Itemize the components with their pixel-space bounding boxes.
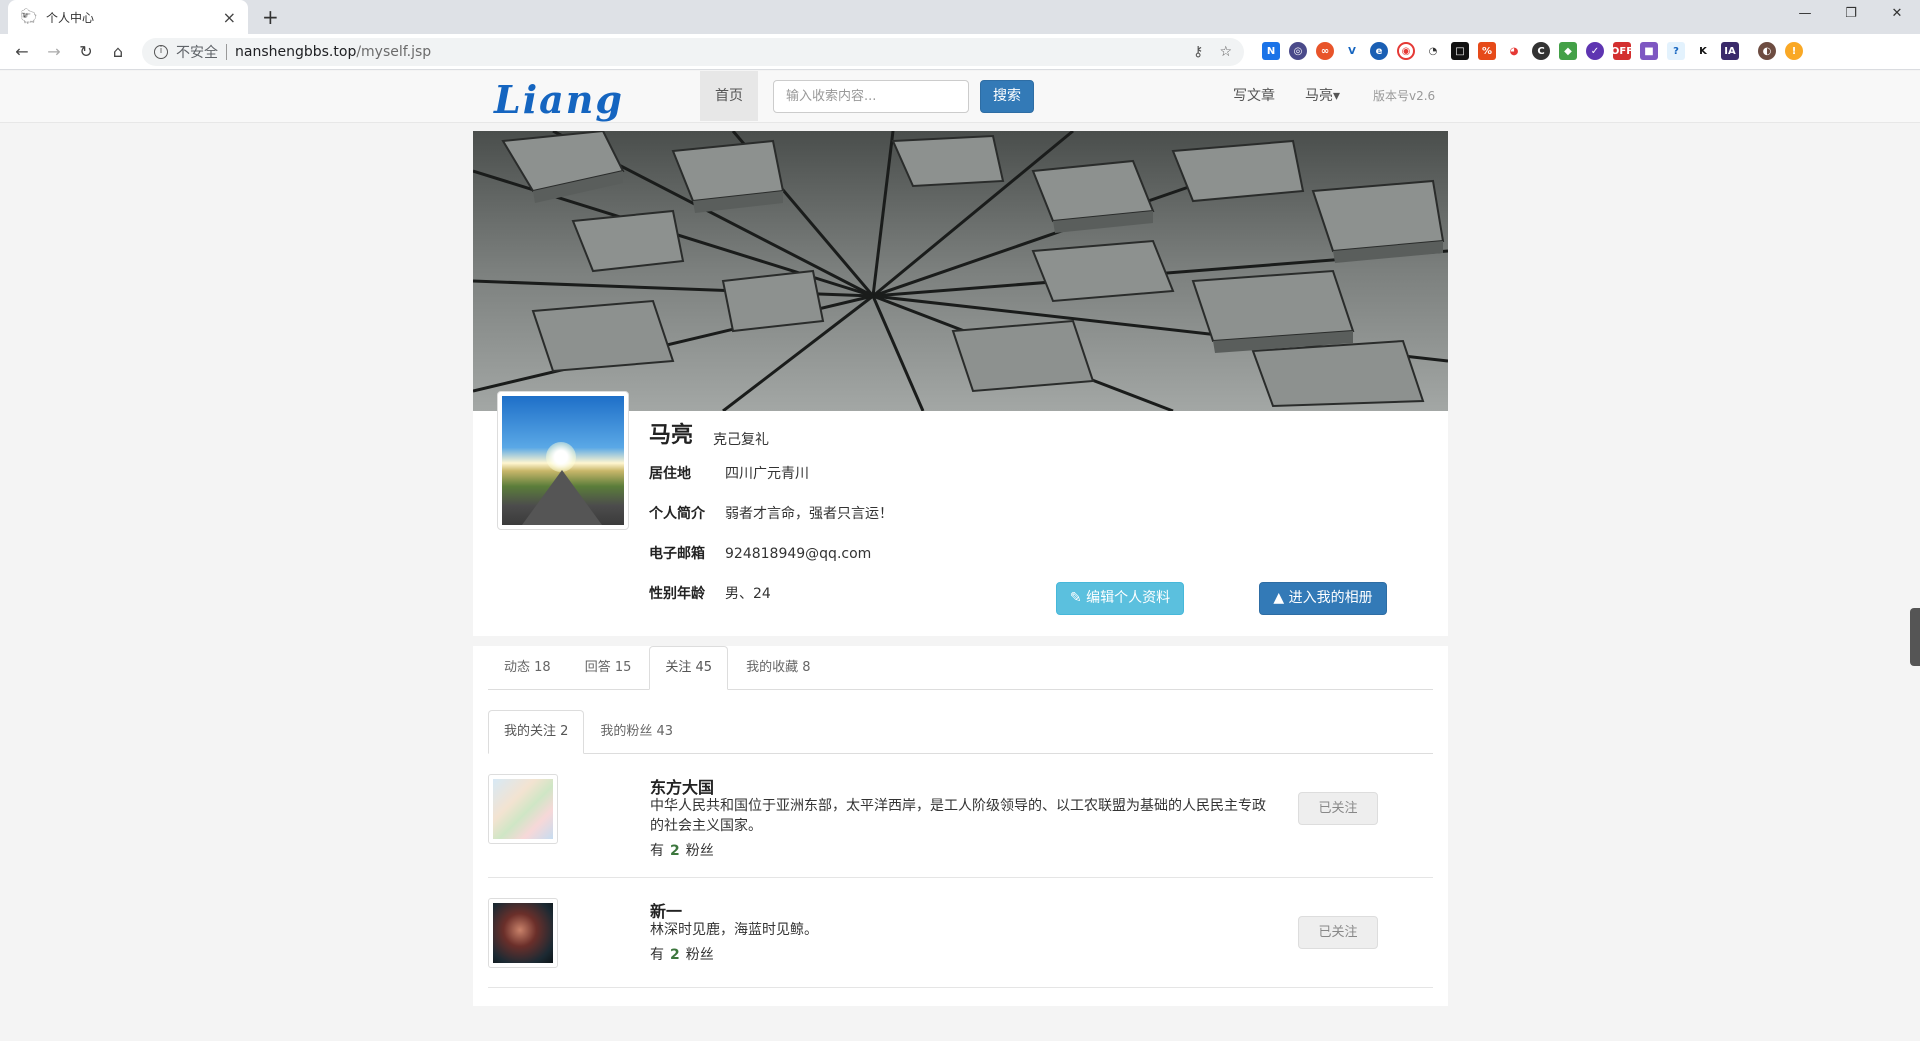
followed-button[interactable]: 已关注 <box>1298 792 1378 825</box>
list-item: 新一 林深时见鹿，海蓝时见鲸。 有 2 粉丝 已关注 <box>488 878 1433 988</box>
my-album-button[interactable]: ▲ 进入我的相册 <box>1259 582 1387 615</box>
scrollbar-handle[interactable] <box>1910 608 1920 666</box>
extension-icon[interactable]: □ <box>1451 42 1469 60</box>
fans-count: 有 2 粉丝 <box>650 843 714 859</box>
extension-icon[interactable]: ■ <box>1640 42 1658 60</box>
user-menu-dropdown[interactable]: 马亮▾ <box>1305 71 1340 121</box>
field-label: 电子邮箱 <box>649 546 705 562</box>
user-description: 中华人民共和国位于亚洲东部，太平洋西岸，是工人阶级领导的、以工农联盟为基础的人民… <box>650 798 1266 834</box>
profile-tabs: 动态 18 回答 15 关注 45 我的收藏 8 <box>488 646 1433 690</box>
extension-icon[interactable]: ◆ <box>1559 42 1577 60</box>
edit-profile-button[interactable]: ✎ 编辑个人资料 <box>1056 582 1184 615</box>
browser-tab[interactable]: 🐑 个人中心 × <box>8 0 248 34</box>
extension-icon[interactable]: ? <box>1667 42 1685 60</box>
version-label: 版本号v2.6 <box>1373 89 1436 103</box>
avatar-image <box>502 396 624 525</box>
subtab-my-following[interactable]: 我的关注 2 <box>488 710 585 754</box>
site-navbar: Liang 首页 输入收索内容... 搜索 写文章 马亮▾ 版本号v2.6 <box>0 71 1920 123</box>
extensions-bar: N ◎ ∞ V e ◉ ◔ □ % ◕ C ◆ ✓ OFF ■ ? K IA ◐… <box>1262 42 1803 60</box>
key-icon[interactable]: ⚷ <box>1193 44 1203 60</box>
followed-button[interactable]: 已关注 <box>1298 916 1378 949</box>
url-host: nanshengbbs.top <box>235 44 357 60</box>
follow-subtabs: 我的关注 2 我的粉丝 43 <box>488 710 1433 754</box>
avatar[interactable] <box>497 391 629 530</box>
user-description: 林深时见鹿，海蓝时见鲸。 <box>650 922 818 938</box>
site-favicon-icon: 🐑 <box>20 9 38 25</box>
extension-new-icon[interactable]: N <box>1262 42 1280 60</box>
minimize-button[interactable]: — <box>1782 0 1828 30</box>
field-label: 性别年龄 <box>649 586 705 602</box>
browser-tabbar: 🐑 个人中心 × + — ❐ ✕ <box>0 0 1920 34</box>
new-tab-button[interactable]: + <box>262 5 279 29</box>
tab-title: 个人中心 <box>46 10 95 25</box>
nav-home[interactable]: 首页 <box>700 71 758 121</box>
field-value: 弱者才言命，强者只言运！ <box>725 506 893 522</box>
extension-ia-icon[interactable]: IA <box>1721 42 1739 60</box>
profile-name: 马亮 <box>649 423 694 448</box>
list-item: 东方大国 中华人民共和国位于亚洲东部，太平洋西岸，是工人阶级领导的、以工农联盟为… <box>488 754 1433 878</box>
field-value: 男、24 <box>725 586 771 602</box>
insecure-label: 不安全 <box>176 45 218 61</box>
activity-panel: 动态 18 回答 15 关注 45 我的收藏 8 我的关注 2 我的粉丝 43 … <box>473 646 1448 1006</box>
search-button[interactable]: 搜索 <box>980 80 1034 113</box>
site-logo[interactable]: Liang <box>494 77 624 122</box>
address-bar[interactable]: i 不安全 nanshengbbs.top/myself.jsp ⚷ ☆ <box>142 38 1244 66</box>
reload-icon[interactable]: ↻ <box>70 42 102 61</box>
extension-icon[interactable]: % <box>1478 42 1496 60</box>
write-article-link[interactable]: 写文章 <box>1233 71 1275 121</box>
user-thumbnail[interactable] <box>488 898 558 968</box>
extension-gauge-icon[interactable]: ◔ <box>1424 42 1442 60</box>
profile-field: 性别年龄 男、24 <box>649 583 771 603</box>
tab-close-icon[interactable]: × <box>223 8 236 27</box>
browser-toolbar: ← → ↻ ⌂ i 不安全 nanshengbbs.top/myself.jsp… <box>0 34 1920 70</box>
profile-avatar-icon[interactable]: ◐ <box>1758 42 1776 60</box>
cracked-blocks-illustration <box>473 131 1448 411</box>
user-name[interactable]: 新一 <box>650 898 682 922</box>
forward-arrow-icon[interactable]: → <box>38 42 70 61</box>
extension-off-icon[interactable]: OFF <box>1611 42 1633 60</box>
extension-k-icon[interactable]: K <box>1694 42 1712 60</box>
close-window-button[interactable]: ✕ <box>1874 0 1920 30</box>
search-input[interactable]: 输入收索内容... <box>773 80 969 113</box>
url-path: /myself.jsp <box>356 44 432 60</box>
profile-cover-image <box>473 131 1448 411</box>
extension-icon[interactable]: ◉ <box>1397 42 1415 60</box>
fans-count: 有 2 粉丝 <box>650 947 714 963</box>
info-icon[interactable]: i <box>154 45 168 59</box>
field-value: 四川广元青川 <box>725 466 809 482</box>
user-name[interactable]: 东方大国 <box>650 774 714 798</box>
update-alert-icon[interactable]: ! <box>1785 42 1803 60</box>
extension-icon[interactable]: ∞ <box>1316 42 1334 60</box>
extension-icon[interactable]: ✓ <box>1586 42 1604 60</box>
field-value: 924818949@qq.com <box>725 546 872 562</box>
back-arrow-icon[interactable]: ← <box>6 42 38 61</box>
user-thumbnail[interactable] <box>488 774 558 844</box>
field-label: 居住地 <box>649 466 691 482</box>
profile-field: 居住地 四川广元青川 <box>649 463 809 483</box>
tab-answers[interactable]: 回答 15 <box>569 646 648 689</box>
main-container: 马亮 克己复礼 居住地 四川广元青川 个人简介 弱者才言命，强者只言运！ 电子邮箱 9… <box>473 131 1448 1006</box>
extension-v-icon[interactable]: V <box>1343 42 1361 60</box>
window-controls: — ❐ ✕ <box>1782 0 1920 30</box>
tab-activity[interactable]: 动态 18 <box>488 646 567 689</box>
home-icon[interactable]: ⌂ <box>102 42 134 61</box>
tab-favorites[interactable]: 我的收藏 8 <box>730 646 826 689</box>
tab-following[interactable]: 关注 45 <box>649 646 729 690</box>
profile-field: 个人简介 弱者才言命，强者只言运！ <box>649 503 893 523</box>
bookmark-star-icon[interactable]: ☆ <box>1219 44 1232 60</box>
extension-icon[interactable]: ◎ <box>1289 42 1307 60</box>
subtab-my-fans[interactable]: 我的粉丝 43 <box>584 710 689 753</box>
profile-info-card: 马亮 克己复礼 居住地 四川广元青川 个人简介 弱者才言命，强者只言运！ 电子邮箱 9… <box>473 391 1448 636</box>
extension-icon[interactable]: e <box>1370 42 1388 60</box>
weibo-icon[interactable]: ◕ <box>1505 42 1523 60</box>
profile-field: 电子邮箱 924818949@qq.com <box>649 543 871 563</box>
extension-icon[interactable]: C <box>1532 42 1550 60</box>
profile-motto: 克己复礼 <box>713 432 769 448</box>
divider <box>226 44 227 60</box>
restore-button[interactable]: ❐ <box>1828 0 1874 30</box>
field-label: 个人简介 <box>649 506 705 522</box>
